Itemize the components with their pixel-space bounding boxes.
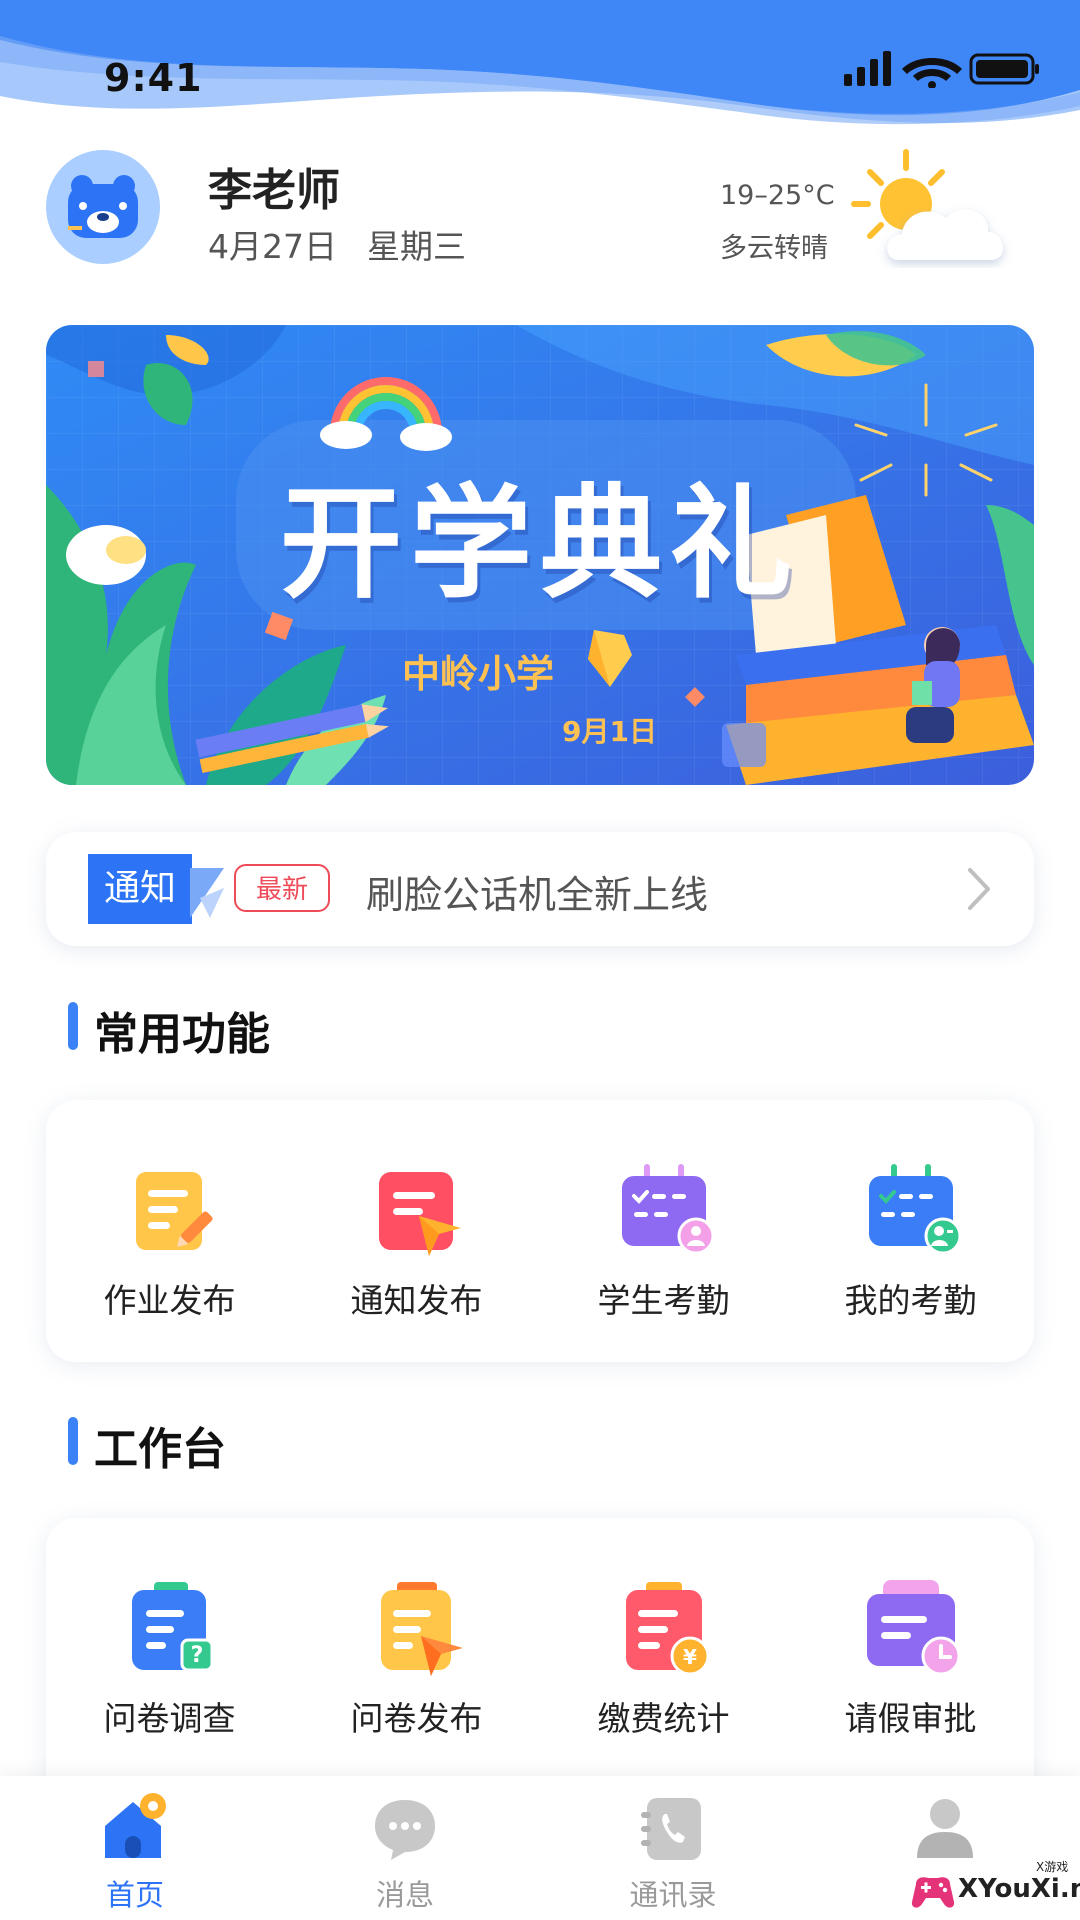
date-line: 4月27日 星期三 — [208, 220, 466, 268]
wifi-icon — [902, 58, 962, 88]
weekday: 星期三 — [367, 227, 466, 266]
workbench-item-label: 缴费统计 — [597, 1699, 730, 1738]
banner-title: 开学典礼 — [280, 473, 800, 615]
survey-icon: ? — [131, 1582, 213, 1672]
tab-label: 消息 — [375, 1878, 434, 1912]
site-watermark: X游戏 XYouXi.net — [908, 1860, 1080, 1920]
date: 4月27日 — [208, 227, 337, 266]
tab-home[interactable]: 首页 — [55, 1776, 215, 1920]
notice-tag-tail — [190, 868, 224, 918]
common-item-student-attendance[interactable]: 学生考勤 — [540, 1100, 787, 1362]
workbench-item-survey-publish[interactable]: 问卷发布 — [293, 1518, 540, 1818]
svg-text:¥: ¥ — [683, 1645, 697, 1669]
status-icons — [844, 51, 1039, 88]
tab-messages[interactable]: 消息 — [325, 1776, 485, 1920]
svg-text:?: ? — [190, 1643, 203, 1668]
notice-text: 刷脸公话机全新上线 — [366, 873, 709, 917]
workbench-item-label: 问卷调查 — [103, 1699, 236, 1738]
student-attendance-icon — [621, 1164, 714, 1255]
workbench-item-payment[interactable]: ¥ 缴费统计 — [540, 1518, 787, 1818]
banner-date: 9月1日 — [562, 715, 657, 748]
homework-publish-icon — [135, 1172, 213, 1250]
watermark-small: X游戏 — [1036, 1860, 1069, 1874]
common-item-label: 学生考勤 — [597, 1281, 730, 1320]
workbench-item-label: 问卷发布 — [350, 1699, 483, 1738]
common-item-my-attendance[interactable]: 我的考勤 — [787, 1100, 1034, 1362]
partly-cloudy-icon — [851, 149, 1004, 260]
avatar[interactable] — [46, 150, 160, 264]
bear-avatar-icon — [68, 175, 138, 238]
home-icon — [105, 1793, 166, 1858]
signal-icon — [844, 51, 891, 86]
section-marker — [68, 1417, 78, 1465]
section-title-workbench: 工作台 — [94, 1424, 226, 1475]
common-item-label: 通知发布 — [350, 1281, 483, 1320]
notice-publish-icon — [378, 1172, 461, 1256]
section-marker — [68, 1002, 78, 1050]
section-title-common: 常用功能 — [94, 1009, 270, 1060]
common-item-label: 我的考勤 — [844, 1281, 977, 1320]
my-attendance-icon — [868, 1164, 961, 1255]
common-item-notice[interactable]: 通知发布 — [293, 1100, 540, 1362]
common-item-homework[interactable]: 作业发布 — [46, 1100, 293, 1362]
banner-school: 中岭小学 — [402, 652, 555, 696]
notice-new-badge: 最新 — [234, 864, 330, 912]
survey-publish-icon — [380, 1582, 463, 1676]
watermark-text: XYouXi.net — [958, 1874, 1080, 1904]
gamepad-logo-icon — [911, 1877, 955, 1908]
workbench-item-label: 请假审批 — [844, 1699, 977, 1738]
chevron-right-icon[interactable] — [964, 866, 994, 912]
payment-stats-icon: ¥ — [625, 1582, 709, 1676]
status-time: 9:41 — [104, 56, 203, 100]
common-functions-card: 作业发布 通知发布 学生考勤 我的考勤 — [46, 1100, 1034, 1362]
profile-icon — [917, 1799, 973, 1858]
tab-label: 首页 — [105, 1878, 164, 1912]
weather-temperature: 19–25°C — [720, 180, 835, 211]
workbench-item-leave[interactable]: 请假审批 — [787, 1518, 1034, 1818]
workbench-item-survey[interactable]: ? 问卷调查 — [46, 1518, 293, 1818]
common-item-label: 作业发布 — [103, 1281, 236, 1320]
tab-label: 通讯录 — [629, 1878, 717, 1912]
battery-icon — [969, 53, 1039, 85]
message-icon — [375, 1800, 435, 1860]
workbench-card: ? 问卷调查 问卷发布 ¥ 缴费统计 请假审批 — [46, 1518, 1034, 1818]
notice-bar[interactable]: 通知 最新 刷脸公话机全新上线 — [46, 832, 1034, 946]
leave-approval-icon — [866, 1580, 960, 1676]
contacts-icon — [641, 1798, 701, 1860]
tab-contacts[interactable]: 通讯录 — [593, 1776, 753, 1920]
notice-tag: 通知 — [88, 854, 192, 924]
weather-description: 多云转晴 — [720, 233, 828, 264]
event-banner[interactable]: 开学典礼 中岭小学 9月1日 — [46, 325, 1034, 785]
teacher-name: 李老师 — [208, 165, 340, 216]
